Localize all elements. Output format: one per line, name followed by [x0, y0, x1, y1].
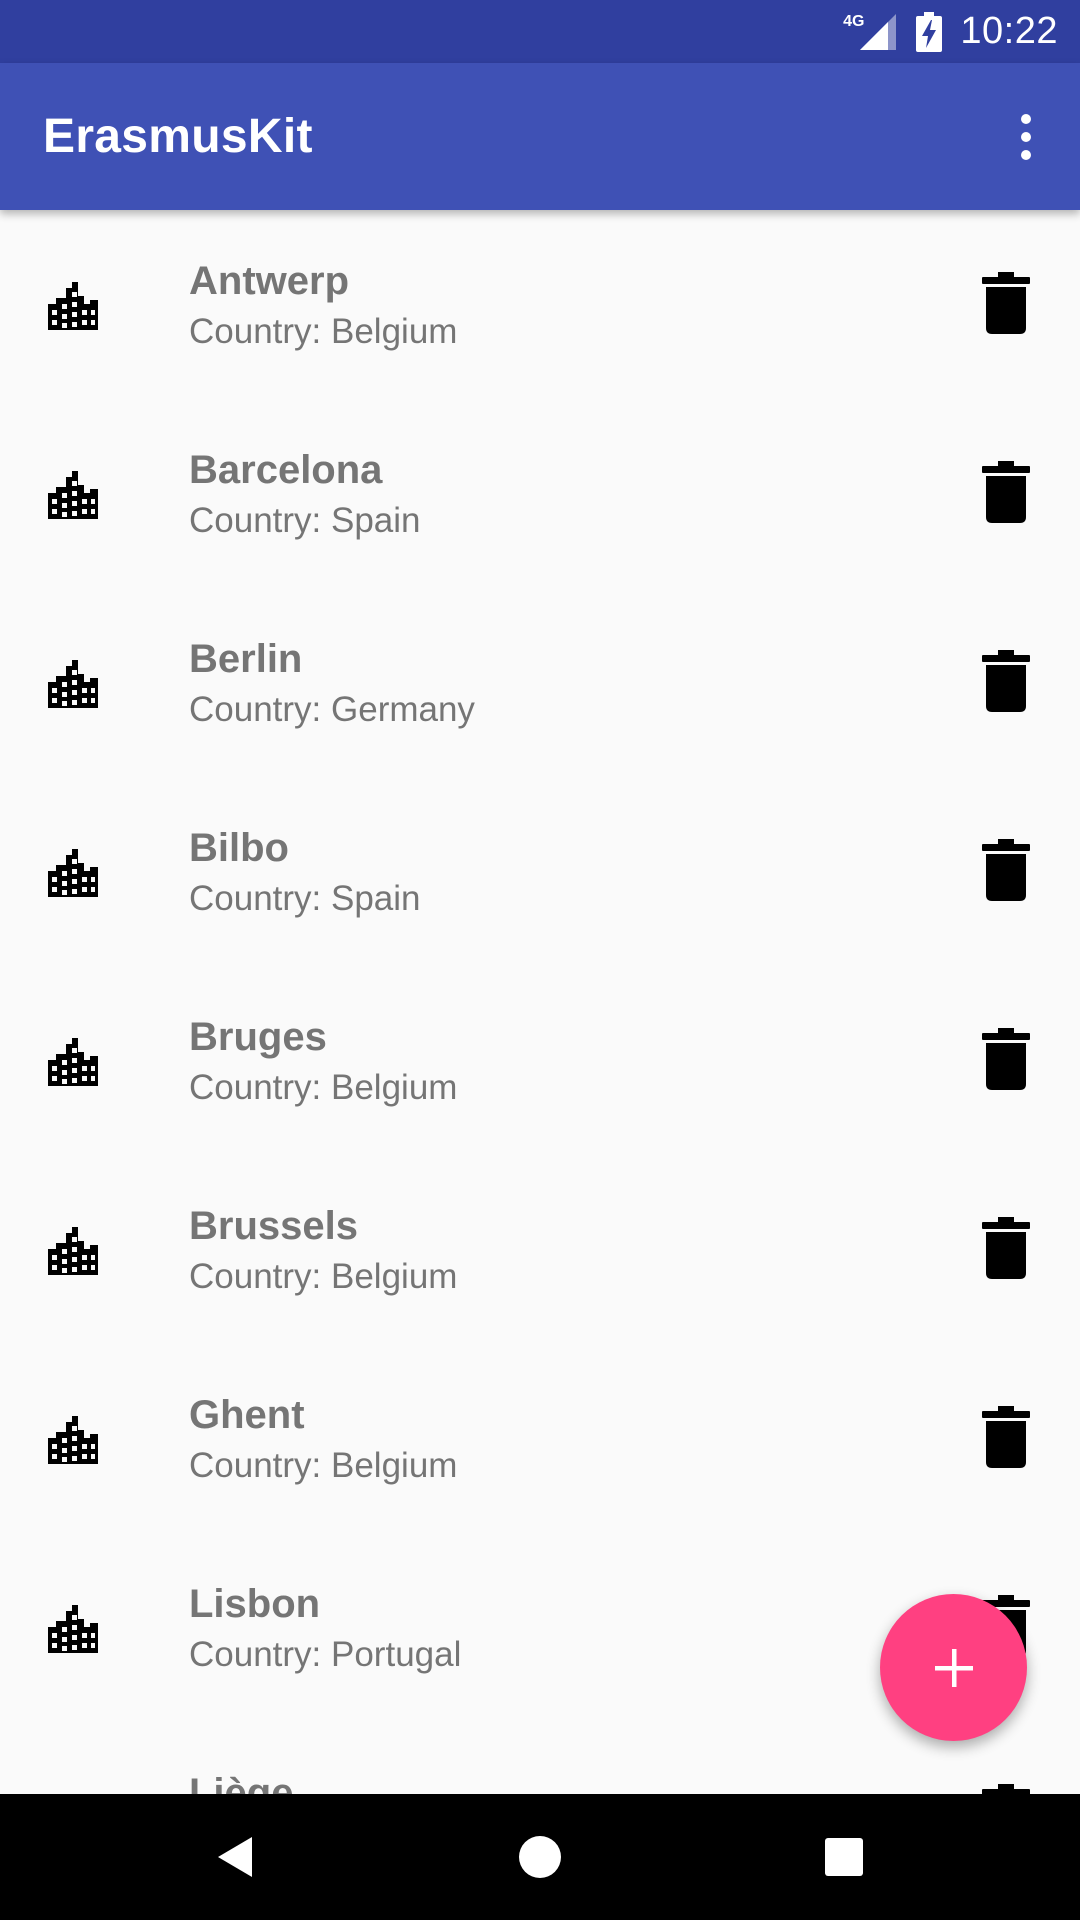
city-text: Ghent Country: Belgium	[189, 1390, 457, 1492]
home-button[interactable]	[480, 1794, 600, 1920]
city-text: Brussels Country: Belgium	[189, 1201, 457, 1303]
network-label: 4G	[843, 12, 865, 30]
city-text: Liège	[189, 1768, 293, 1794]
city-name: Barcelona	[189, 448, 383, 492]
delete-icon[interactable]	[980, 650, 1032, 712]
city-name: Brussels	[189, 1204, 358, 1248]
city-name: Liège	[189, 1771, 294, 1794]
list-item[interactable]: Berlin Country: Germany	[0, 588, 1080, 777]
add-icon	[934, 1648, 973, 1687]
list-item[interactable]: Barcelona Country: Spain	[0, 399, 1080, 588]
back-button[interactable]	[176, 1794, 296, 1920]
city-text: Bilbo Country: Spain	[189, 823, 421, 925]
city-icon	[48, 469, 98, 519]
list-item[interactable]: Ghent Country: Belgium	[0, 1344, 1080, 1533]
signal-icon	[860, 13, 897, 50]
city-country: Country: Germany	[189, 690, 475, 729]
city-icon	[48, 1603, 98, 1653]
city-name: Lisbon	[189, 1582, 321, 1626]
city-name: Bilbo	[189, 826, 289, 870]
list-item[interactable]: Brussels Country: Belgium	[0, 1155, 1080, 1344]
city-name: Bruges	[189, 1015, 327, 1059]
city-icon	[48, 847, 98, 897]
delete-icon[interactable]	[980, 1406, 1032, 1468]
city-icon	[48, 658, 98, 708]
delete-icon[interactable]	[980, 839, 1032, 901]
recents-button[interactable]	[784, 1794, 904, 1920]
home-icon	[519, 1836, 561, 1878]
status-time: 10:22	[960, 10, 1058, 52]
city-text: Antwerp Country: Belgium	[189, 256, 457, 358]
battery-indicator	[916, 11, 943, 52]
city-country: Country: Portugal	[189, 1635, 462, 1674]
list-item[interactable]: Bruges Country: Belgium	[0, 966, 1080, 1155]
city-name: Ghent	[189, 1393, 305, 1437]
app-title: ErasmusKit	[43, 110, 313, 163]
city-icon	[48, 280, 98, 330]
delete-icon[interactable]	[980, 461, 1032, 523]
battery-charging-icon	[916, 11, 943, 52]
delete-icon[interactable]	[980, 1784, 1032, 1794]
list-item[interactable]: Bilbo Country: Spain	[0, 777, 1080, 966]
city-list[interactable]: Antwerp Country: Belgium Barcelona Country:…	[0, 210, 1080, 1794]
city-icon	[48, 1414, 98, 1464]
delete-icon[interactable]	[980, 1028, 1032, 1090]
city-country: Country: Spain	[189, 879, 421, 918]
navigation-bar	[0, 1794, 1080, 1920]
city-country: Country: Belgium	[189, 312, 458, 351]
city-text: Bruges Country: Belgium	[189, 1012, 457, 1114]
app-bar: ErasmusKit	[0, 63, 1080, 210]
city-country: Country: Spain	[189, 501, 421, 540]
city-text: Berlin Country: Germany	[189, 634, 475, 736]
delete-icon[interactable]	[980, 272, 1032, 334]
city-country: Country: Belgium	[189, 1446, 458, 1485]
city-country: Country: Belgium	[189, 1068, 458, 1107]
city-name: Antwerp	[189, 259, 349, 303]
city-text: Lisbon Country: Portugal	[189, 1579, 461, 1681]
list-item[interactable]: Antwerp Country: Belgium	[0, 210, 1080, 399]
add-city-button[interactable]	[880, 1594, 1027, 1741]
more-vert-icon[interactable]	[996, 107, 1056, 167]
back-icon	[218, 1837, 252, 1877]
network-indicator: 4G	[843, 12, 898, 52]
city-country: Country: Belgium	[189, 1257, 458, 1296]
city-text: Barcelona Country: Spain	[189, 445, 421, 547]
city-name: Berlin	[189, 637, 303, 681]
city-icon	[48, 1036, 98, 1086]
recents-icon	[825, 1838, 863, 1876]
delete-icon[interactable]	[980, 1217, 1032, 1279]
list-item[interactable]: Liège	[0, 1722, 1080, 1794]
status-bar: 4G 10:22	[0, 0, 1080, 63]
city-icon	[48, 1225, 98, 1275]
